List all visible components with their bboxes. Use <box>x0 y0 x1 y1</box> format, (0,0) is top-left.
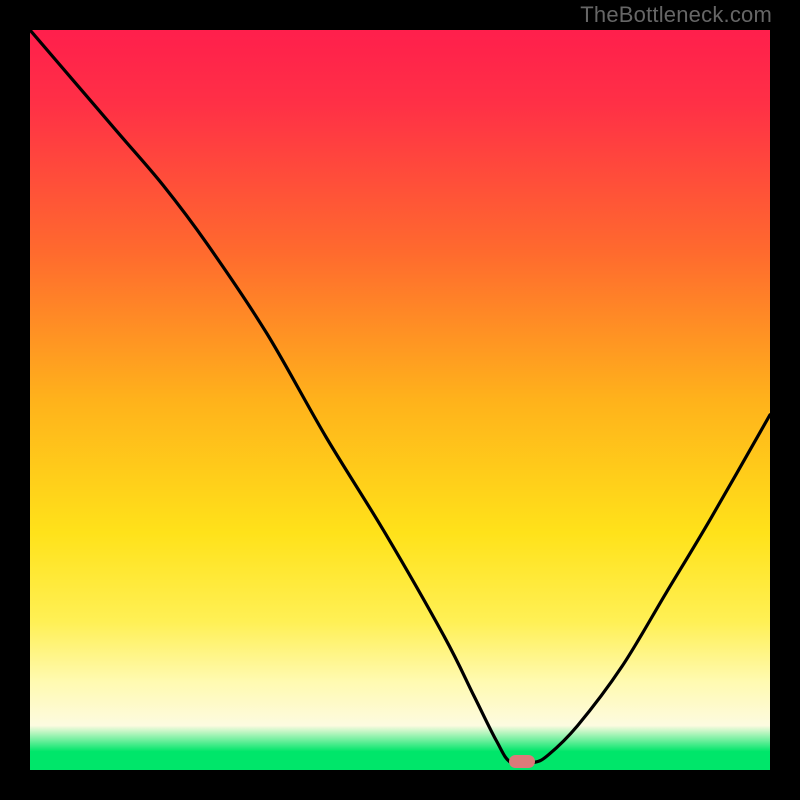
plot-area <box>30 30 770 770</box>
curve-path <box>30 30 770 765</box>
bottleneck-curve <box>30 30 770 770</box>
chart-frame: TheBottleneck.com <box>0 0 800 800</box>
watermark-text: TheBottleneck.com <box>580 2 772 28</box>
minimum-marker <box>509 755 535 768</box>
